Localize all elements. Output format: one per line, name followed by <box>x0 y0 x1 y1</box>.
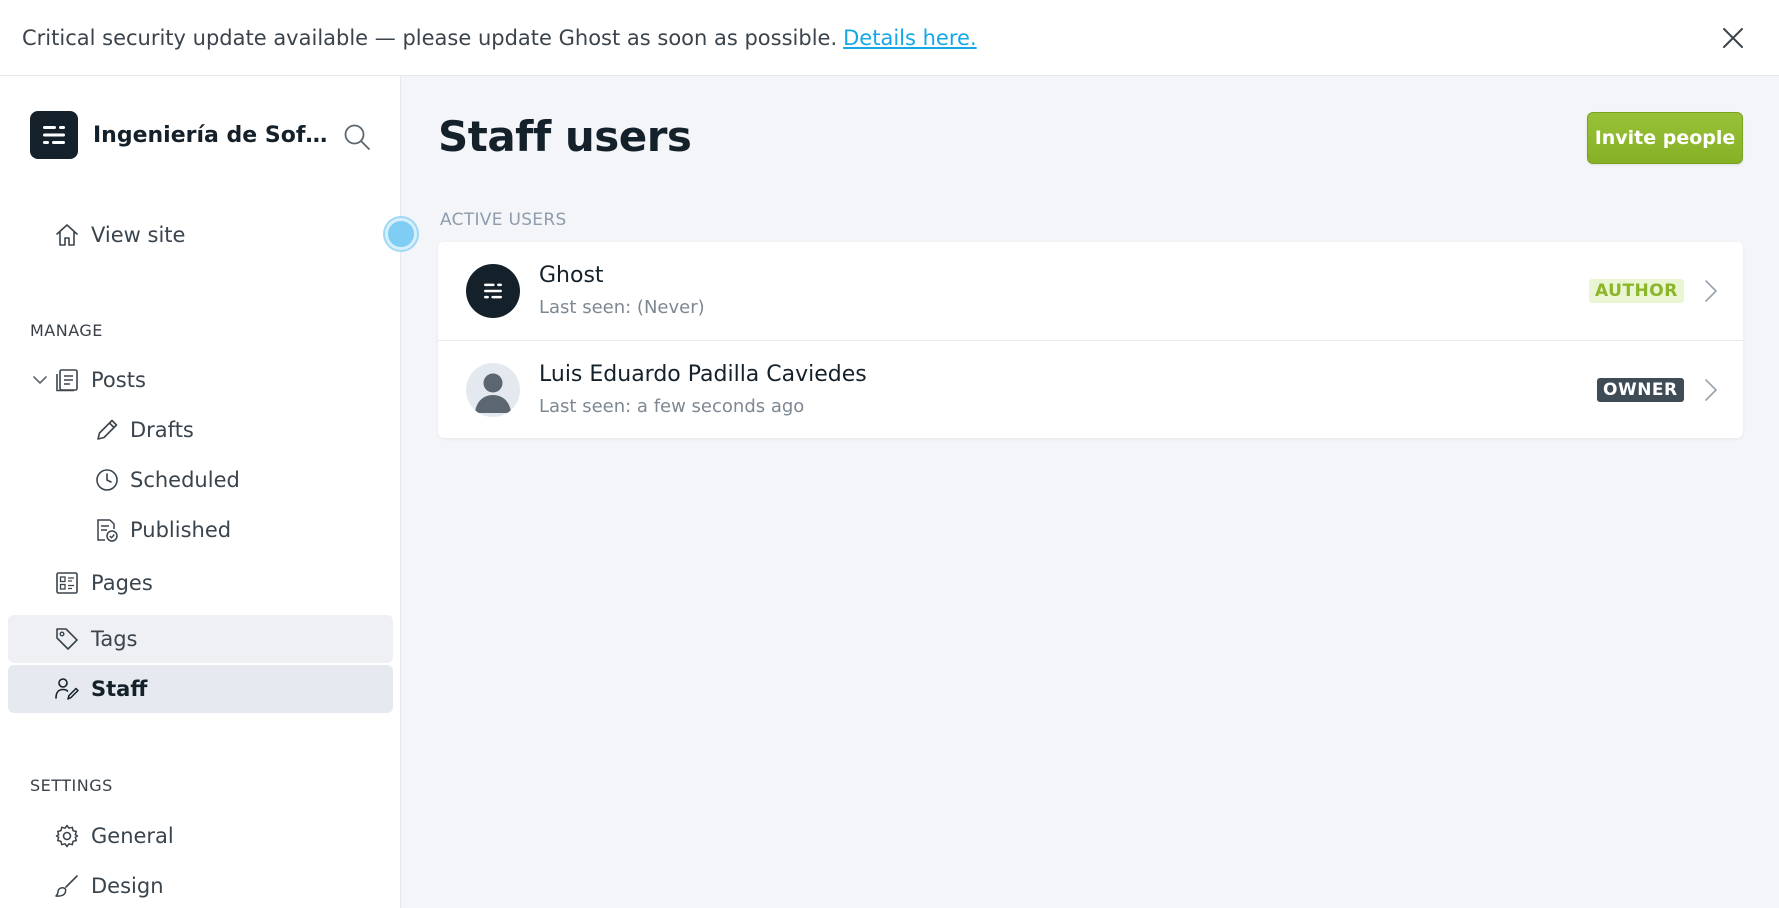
chevron-right-icon <box>1705 379 1717 401</box>
active-users-label: ACTIVE USERS <box>440 210 567 230</box>
nav-drafts-label: Drafts <box>130 418 194 442</box>
user-row[interactable]: Ghost Last seen: (Never) AUTHOR <box>438 242 1743 340</box>
pencil-icon <box>97 419 118 440</box>
nav-staff[interactable]: Staff <box>8 665 393 713</box>
ghost-logo-icon <box>30 111 78 159</box>
banner-message: Critical security update available — ple… <box>22 25 838 50</box>
nav-pages-label: Pages <box>91 571 153 595</box>
manage-section-label: MANAGE <box>30 321 103 340</box>
posts-icon <box>56 369 78 392</box>
nav-view-site-label: View site <box>91 223 186 247</box>
nav-pages[interactable]: Pages <box>8 559 393 607</box>
role-badge: OWNER <box>1597 378 1684 402</box>
nav-view-site[interactable]: View site <box>8 211 393 259</box>
search-icon[interactable] <box>342 122 372 152</box>
site-title: Ingeniería de Soft... <box>93 122 328 148</box>
nav-scheduled-label: Scheduled <box>130 468 240 492</box>
chevron-down-icon[interactable] <box>30 370 50 390</box>
nav-general[interactable]: General <box>8 812 393 860</box>
home-icon <box>56 224 78 246</box>
nav-published[interactable]: Published <box>8 506 393 554</box>
chevron-right-icon <box>1705 280 1717 302</box>
nav-general-label: General <box>91 824 174 848</box>
sidebar: Ingeniería de Soft... View site MANAGE P… <box>0 76 401 908</box>
nav-tags[interactable]: Tags <box>8 615 393 663</box>
nav-design[interactable]: Design <box>8 862 393 908</box>
nav-posts-label: Posts <box>91 368 146 392</box>
nav-published-label: Published <box>130 518 232 542</box>
nav-staff-label: Staff <box>91 677 148 701</box>
brand[interactable]: Ingeniería de Soft... <box>30 111 328 159</box>
nav-design-label: Design <box>91 874 164 898</box>
invite-people-button[interactable]: Invite people <box>1587 112 1743 164</box>
page-title: Staff users <box>438 112 692 161</box>
tag-icon <box>56 628 78 650</box>
close-icon[interactable] <box>1717 22 1749 54</box>
nav-tags-label: Tags <box>91 627 138 651</box>
user-avatar-icon <box>466 363 520 417</box>
role-badge: AUTHOR <box>1589 279 1684 303</box>
user-name: Luis Eduardo Padilla Caviedes <box>539 362 867 387</box>
pages-icon <box>56 572 78 594</box>
staff-icon <box>55 678 79 700</box>
nav-posts[interactable]: Posts <box>8 356 393 404</box>
published-icon <box>97 519 118 542</box>
sidebar-resize-handle[interactable] <box>385 218 417 250</box>
nav-drafts[interactable]: Drafts <box>8 406 393 454</box>
user-name: Ghost <box>539 263 604 288</box>
security-banner: Critical security update available — ple… <box>0 0 1779 76</box>
nav-scheduled[interactable]: Scheduled <box>8 456 393 504</box>
settings-section-label: SETTINGS <box>30 776 113 795</box>
gear-icon <box>55 824 79 848</box>
brush-icon <box>55 875 78 897</box>
clock-icon <box>96 469 118 491</box>
banner-details-link[interactable]: Details here. <box>843 26 976 50</box>
user-last-seen: Last seen: (Never) <box>539 297 705 318</box>
ghost-avatar-icon <box>466 264 520 318</box>
user-last-seen: Last seen: a few seconds ago <box>539 396 805 417</box>
active-users-list: Ghost Last seen: (Never) AUTHOR Luis Edu… <box>438 242 1743 438</box>
user-row[interactable]: Luis Eduardo Padilla Caviedes Last seen:… <box>438 340 1743 438</box>
